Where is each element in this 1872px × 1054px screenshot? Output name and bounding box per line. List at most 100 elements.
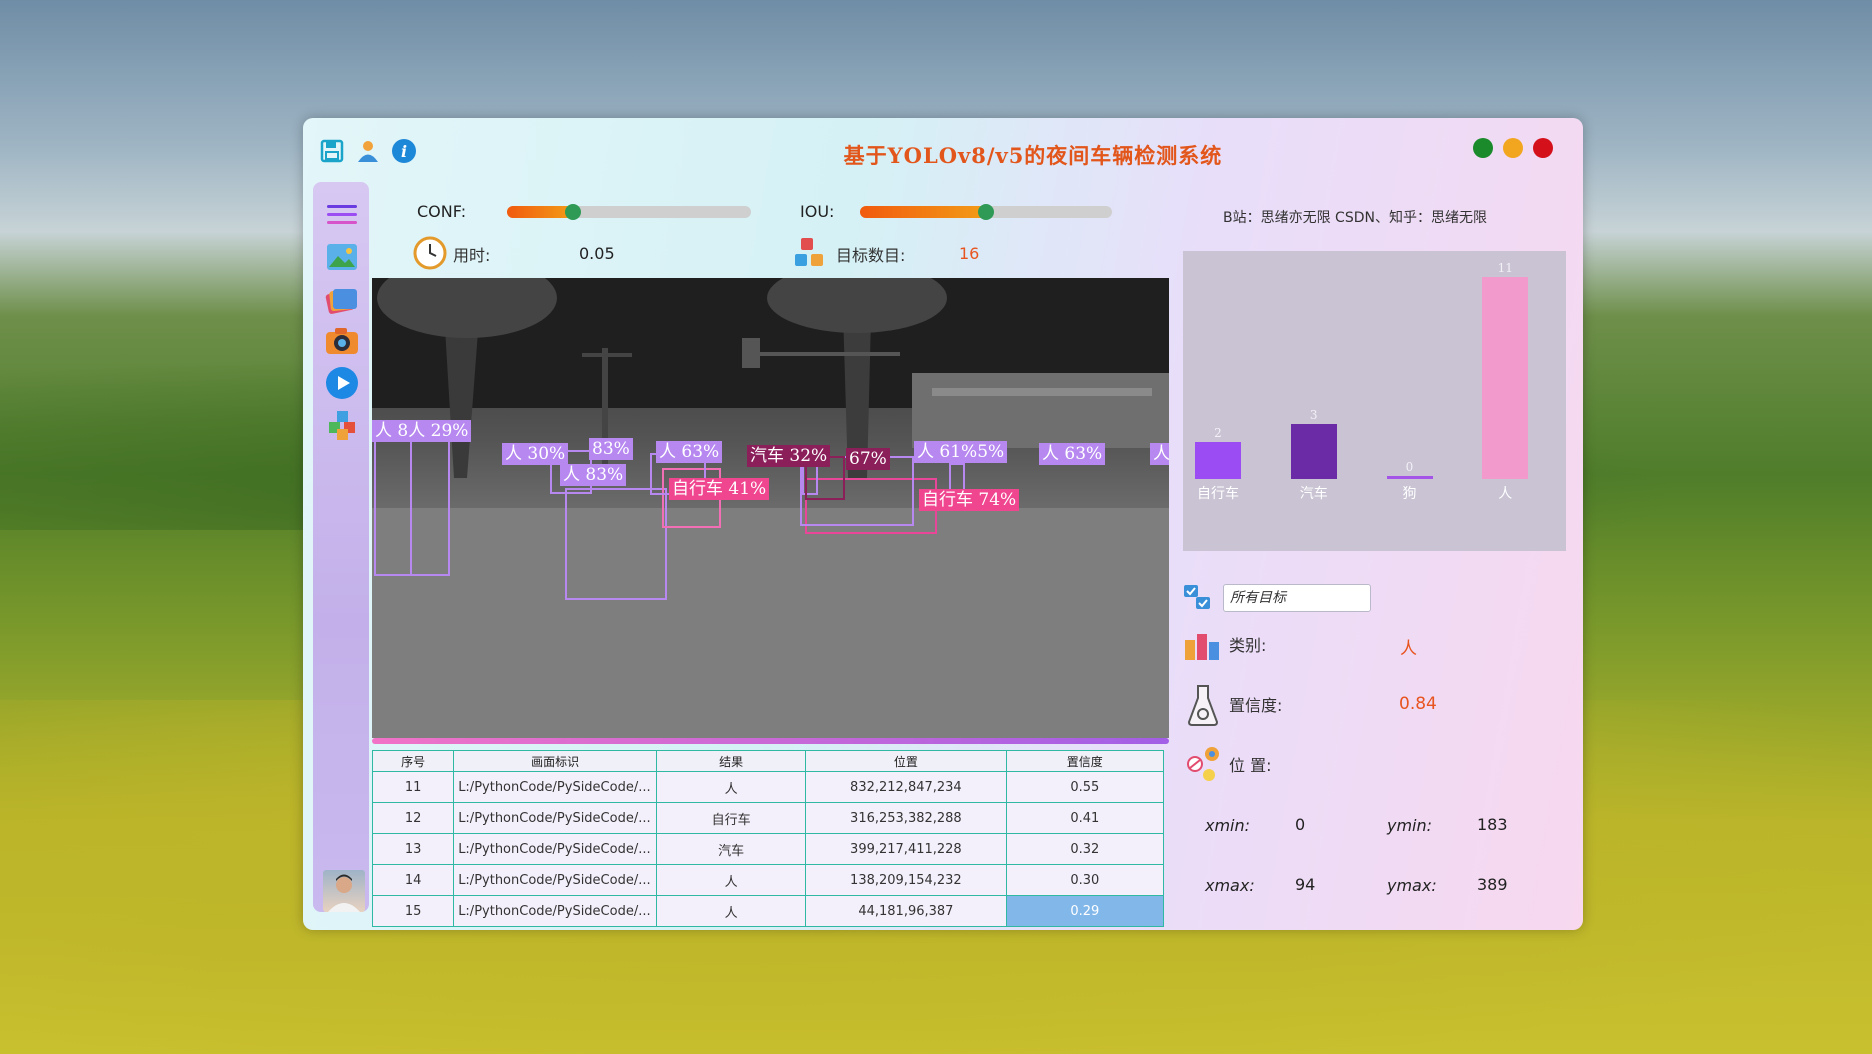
cell-position: 399,217,411,228 (805, 833, 1007, 865)
cell-index: 13 (371, 833, 455, 865)
detection-label: 人 30% (502, 443, 569, 465)
chart-bar (1482, 277, 1529, 479)
chart-value-label: 2 (1214, 426, 1222, 441)
app-window: i 基于YOLOv8/v5的夜间车辆检测系统 CONF: IOU: 用时: 0.… (303, 118, 1583, 930)
video-viewer: 人 8人 29% 人 30% 83% 人 83% 人 63% 汽车 32% 67… (372, 278, 1169, 738)
confidence-label: 置信度: (1229, 696, 1283, 715)
iou-label: IOU: (800, 202, 835, 221)
minimize-button[interactable] (1503, 138, 1523, 158)
chart-bar (1195, 442, 1241, 479)
playback-progress[interactable] (372, 738, 1169, 744)
cell-source: L:/PythonCode/PySideCode/... (453, 771, 658, 803)
window-controls (1473, 138, 1553, 158)
conf-label: CONF: (417, 202, 467, 221)
cell-result: 人 (656, 895, 807, 927)
cell-source: L:/PythonCode/PySideCode/... (453, 802, 658, 834)
detection-label: 67% (846, 448, 890, 470)
credits-text: B站：思绪亦无限 CSDN、知乎：思绪无限 (1223, 210, 1487, 226)
cube-icon[interactable] (325, 408, 359, 442)
detection-box (410, 440, 450, 576)
checkbox-icon[interactable] (1183, 584, 1217, 618)
image-icon[interactable] (325, 240, 359, 274)
window-title: 基于YOLOv8/v5的夜间车辆检测系统 (843, 143, 1223, 168)
avatar[interactable] (323, 870, 365, 912)
cell-confidence: 0.41 (1005, 802, 1165, 834)
table-header-row: 序号 画面标识 结果 位置 置信度 (371, 750, 1165, 772)
detection-label: 人 (1150, 443, 1169, 465)
iou-slider-handle[interactable] (978, 204, 994, 220)
table-row[interactable]: 11 L:/PythonCode/PySideCode/... 人 832,21… (371, 771, 1165, 803)
close-button[interactable] (1533, 138, 1553, 158)
cell-index: 14 (371, 864, 455, 896)
count-label: 目标数目: (836, 246, 906, 265)
xmin-label: xmin: (1205, 816, 1251, 835)
iou-slider-fill (860, 206, 986, 218)
table-row[interactable]: 13 L:/PythonCode/PySideCode/... 汽车 399,2… (371, 833, 1165, 865)
location-icon (1185, 744, 1223, 786)
detection-label: 人 63% (656, 441, 723, 463)
cell-confidence: 0.29 (1005, 895, 1165, 927)
chart-value-label: 11 (1497, 261, 1513, 275)
dice-icon (793, 236, 827, 274)
ymin-value: 183 (1477, 815, 1508, 834)
cell-result: 自行车 (656, 802, 807, 834)
col-header-confidence: 置信度 (1005, 750, 1165, 772)
col-header-position: 位置 (805, 750, 1007, 772)
conf-slider-handle[interactable] (564, 204, 581, 220)
cell-confidence: 0.32 (1005, 833, 1165, 865)
camera-icon[interactable] (325, 324, 359, 358)
detection-label: 自行车 74% (919, 489, 1020, 511)
maximize-button[interactable] (1473, 138, 1493, 158)
cell-source: L:/PythonCode/PySideCode/... (453, 833, 658, 865)
xmax-value: 94 (1295, 875, 1316, 894)
xmax-label: xmax: (1205, 876, 1255, 895)
cell-result: 人 (656, 864, 807, 896)
cell-source: L:/PythonCode/PySideCode/... (453, 895, 658, 927)
results-table: 序号 画面标识 结果 位置 置信度 11 L:/PythonCode/PySid… (371, 750, 1165, 927)
folder-icon[interactable] (325, 282, 359, 316)
menu-icon[interactable] (325, 198, 359, 232)
detection-label: 人 63% (1039, 443, 1106, 465)
cell-position: 138,209,154,232 (805, 864, 1007, 896)
cell-confidence: 0.30 (1005, 864, 1165, 896)
chart-category-label: 自行车 (1197, 486, 1239, 502)
table-row[interactable]: 12 L:/PythonCode/PySideCode/... 自行车 316,… (371, 802, 1165, 834)
target-select[interactable]: 所有目标 (1223, 584, 1371, 612)
detection-box (565, 488, 667, 600)
cell-confidence: 0.55 (1005, 771, 1165, 803)
bottles-icon (1183, 626, 1223, 666)
ymax-value: 389 (1477, 875, 1508, 894)
chart-value-label: 0 (1405, 460, 1414, 474)
flask-icon (1187, 684, 1219, 730)
detection-label: 人 83% (560, 464, 627, 486)
chart-value-label: 3 (1309, 407, 1318, 422)
detection-label: 人 61%5% (914, 441, 1008, 463)
class-count-chart: 2 自行车 3 汽车 0 狗 11 人 (1183, 251, 1566, 551)
class-label: 类别: (1229, 636, 1267, 655)
clock-icon (413, 236, 447, 274)
table-row[interactable]: 14 L:/PythonCode/PySideCode/... 人 138,20… (371, 864, 1165, 896)
detection-label: 人 8人 29% (372, 420, 472, 442)
ymax-label: ymax: (1387, 876, 1437, 895)
cell-index: 11 (371, 771, 455, 803)
chart-bar (1386, 476, 1433, 479)
cell-result: 人 (656, 771, 807, 803)
time-value: 0.05 (579, 244, 615, 263)
conf-slider[interactable] (507, 204, 751, 220)
position-label: 位 置: (1229, 756, 1272, 775)
count-value: 16 (959, 244, 980, 263)
table-row-selected[interactable]: 15 L:/PythonCode/PySideCode/... 人 44,181… (371, 895, 1165, 927)
conf-slider-fill (507, 206, 573, 218)
play-icon[interactable] (325, 366, 359, 400)
cell-position: 316,253,382,288 (805, 802, 1007, 834)
iou-slider[interactable] (860, 204, 1112, 220)
xmin-value: 0 (1295, 815, 1306, 834)
night-scene (372, 278, 1169, 738)
chart-bar (1290, 423, 1337, 479)
detection-label: 汽车 32% (747, 445, 831, 467)
confidence-value: 0.84 (1399, 694, 1437, 714)
ymin-label: ymin: (1387, 816, 1433, 835)
col-header-result: 结果 (656, 750, 807, 772)
detection-label: 自行车 41% (669, 478, 770, 500)
cell-index: 15 (371, 895, 455, 927)
